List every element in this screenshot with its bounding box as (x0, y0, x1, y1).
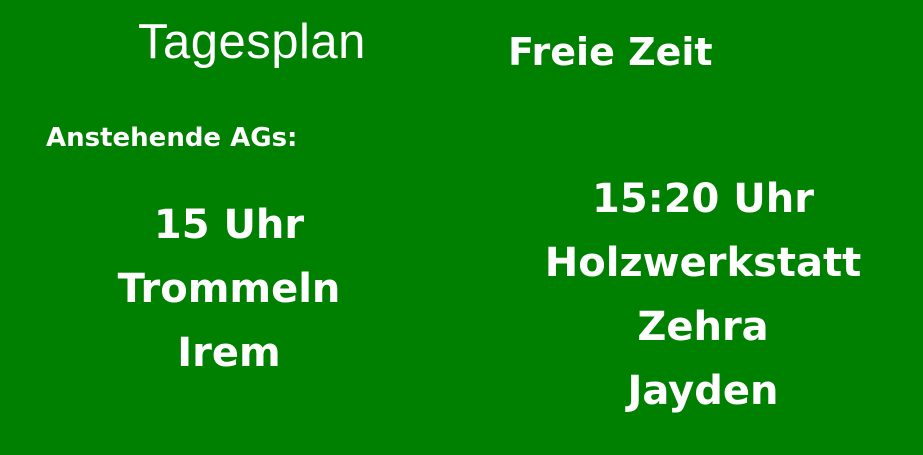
ag-time: 15:20 Uhr (592, 176, 814, 222)
ag-participant: Zehra (637, 304, 769, 350)
ag-participant: Jayden (627, 368, 779, 414)
ag-entry: 15 Uhr Trommeln Irem (118, 193, 341, 385)
ag-participant: Irem (177, 330, 281, 376)
page-title: Tagesplan (138, 15, 366, 69)
current-status: Freie Zeit (508, 30, 713, 74)
upcoming-ags-label: Anstehende AGs: (46, 123, 298, 153)
ag-time: 15 Uhr (153, 202, 305, 248)
ag-activity: Holzwerkstatt (544, 240, 862, 286)
ag-activity: Trommeln (117, 266, 341, 312)
ag-entry: 15:20 Uhr Holzwerkstatt Zehra Jayden (545, 167, 862, 423)
tagesplan-screen: { "header": { "title": "Tagesplan", "sta… (0, 0, 923, 455)
